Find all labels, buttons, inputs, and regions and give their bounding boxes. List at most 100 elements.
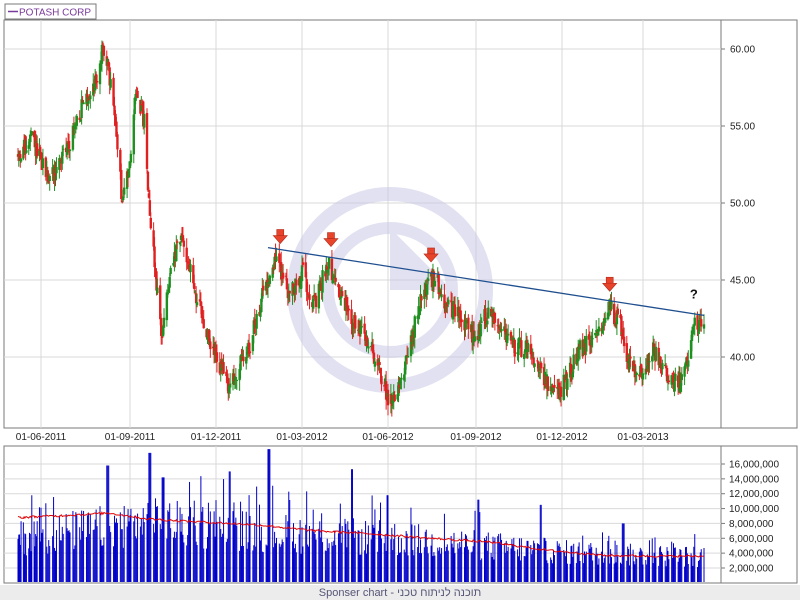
candle-body (116, 134, 119, 150)
candle-body (413, 316, 416, 338)
candle-body (129, 153, 133, 163)
candle-body (367, 346, 370, 349)
candle-body (572, 354, 575, 370)
candle-body (89, 95, 92, 100)
candle-body (235, 379, 238, 381)
candle-body (122, 187, 126, 195)
candle-body (393, 394, 396, 402)
candle-body (667, 380, 671, 383)
candle-body (48, 175, 51, 181)
candle-body (149, 217, 152, 229)
candle-body (185, 247, 188, 263)
candle-body (426, 284, 429, 295)
candle-body (295, 279, 298, 286)
candle-body (127, 168, 131, 178)
candle-body (176, 241, 179, 243)
candle-body (533, 363, 536, 367)
candle-body (526, 342, 530, 353)
candle-body (68, 149, 72, 152)
candle-body (487, 307, 490, 319)
candle-body (493, 312, 497, 323)
candle-body (447, 299, 450, 305)
date-tick-label: 01-09-2012 (450, 432, 502, 443)
legend: POTASH CORP (4, 3, 97, 20)
candle-body (433, 280, 437, 287)
candle-body (101, 43, 105, 45)
candle-body (193, 283, 196, 290)
candle-body (522, 353, 526, 360)
volume-tick-label: 6,000,000 (729, 534, 774, 545)
candle-body (30, 131, 33, 136)
candle-body (82, 102, 85, 105)
price-tick-label: 50.00 (730, 199, 755, 210)
volume-tick-label: 12,000,000 (729, 489, 779, 500)
candle-body (195, 302, 199, 306)
question-mark-annotation: ? (690, 286, 698, 301)
candle-body (693, 317, 696, 326)
candle-body (109, 79, 112, 88)
candle-body (268, 275, 272, 284)
candle-body (215, 352, 219, 362)
candle-body (62, 148, 65, 150)
candle-body (202, 319, 205, 329)
price-tick-label: 40.00 (730, 353, 755, 364)
candle-body (288, 290, 291, 294)
date-tick-label: 01-06-2011 (16, 432, 67, 443)
candle-body (136, 90, 139, 99)
candle-body (308, 294, 311, 300)
date-tick-label: 01-03-2013 (617, 432, 669, 443)
candle-body (591, 338, 594, 340)
candle-body (222, 362, 225, 374)
candle-body (25, 150, 28, 153)
volume-tick-label: 16,000,000 (729, 460, 779, 471)
candle-body (275, 256, 278, 262)
candle-body (373, 361, 377, 367)
candle-body (169, 267, 172, 274)
candle-body (654, 346, 658, 361)
candle-body (566, 378, 569, 390)
candle-body (248, 351, 252, 354)
candle-body (460, 319, 463, 323)
candle-body (610, 300, 613, 310)
candle-body (166, 292, 170, 295)
candle-body (142, 114, 146, 128)
candle-body (700, 319, 703, 327)
candle-body (479, 324, 482, 337)
candle-body (209, 341, 212, 350)
candle-body (95, 81, 99, 83)
candle-body (347, 308, 350, 311)
candle-body (360, 326, 364, 328)
candle-body (406, 355, 410, 358)
candle-body (182, 240, 186, 247)
candle-body (546, 376, 550, 392)
candle-body (674, 373, 677, 381)
candle-body (168, 277, 171, 288)
candle-body (480, 321, 483, 323)
candle-body (162, 317, 166, 328)
candle-body (386, 389, 390, 406)
candle-body (680, 374, 684, 381)
candle-body (604, 317, 607, 323)
candle-body (687, 360, 690, 367)
date-tick-label: 01-03-2012 (276, 432, 328, 443)
candle-body (380, 375, 383, 385)
candle-body (652, 343, 656, 347)
candle-body (55, 166, 58, 174)
legend-label: POTASH CORP (19, 8, 91, 19)
date-tick-label: 01-09-2011 (105, 432, 156, 443)
candle-body (513, 339, 516, 357)
candle-body (648, 361, 651, 363)
candle-body (41, 158, 45, 169)
footer-text: Sponser chart - תוכנה לניתוח טכני (319, 586, 481, 599)
candle-body (440, 294, 443, 298)
candle-body (156, 287, 159, 294)
candle-body (281, 272, 285, 279)
candle-body (242, 356, 245, 362)
candle-body (334, 277, 337, 282)
volume-tick-label: 2,000,000 (729, 564, 774, 575)
price-tick-label: 55.00 (730, 122, 755, 133)
candle-body (520, 340, 523, 357)
price-tick-label: 45.00 (730, 276, 755, 287)
volume-tick-label: 4,000,000 (729, 549, 774, 560)
candle-body (19, 158, 23, 162)
